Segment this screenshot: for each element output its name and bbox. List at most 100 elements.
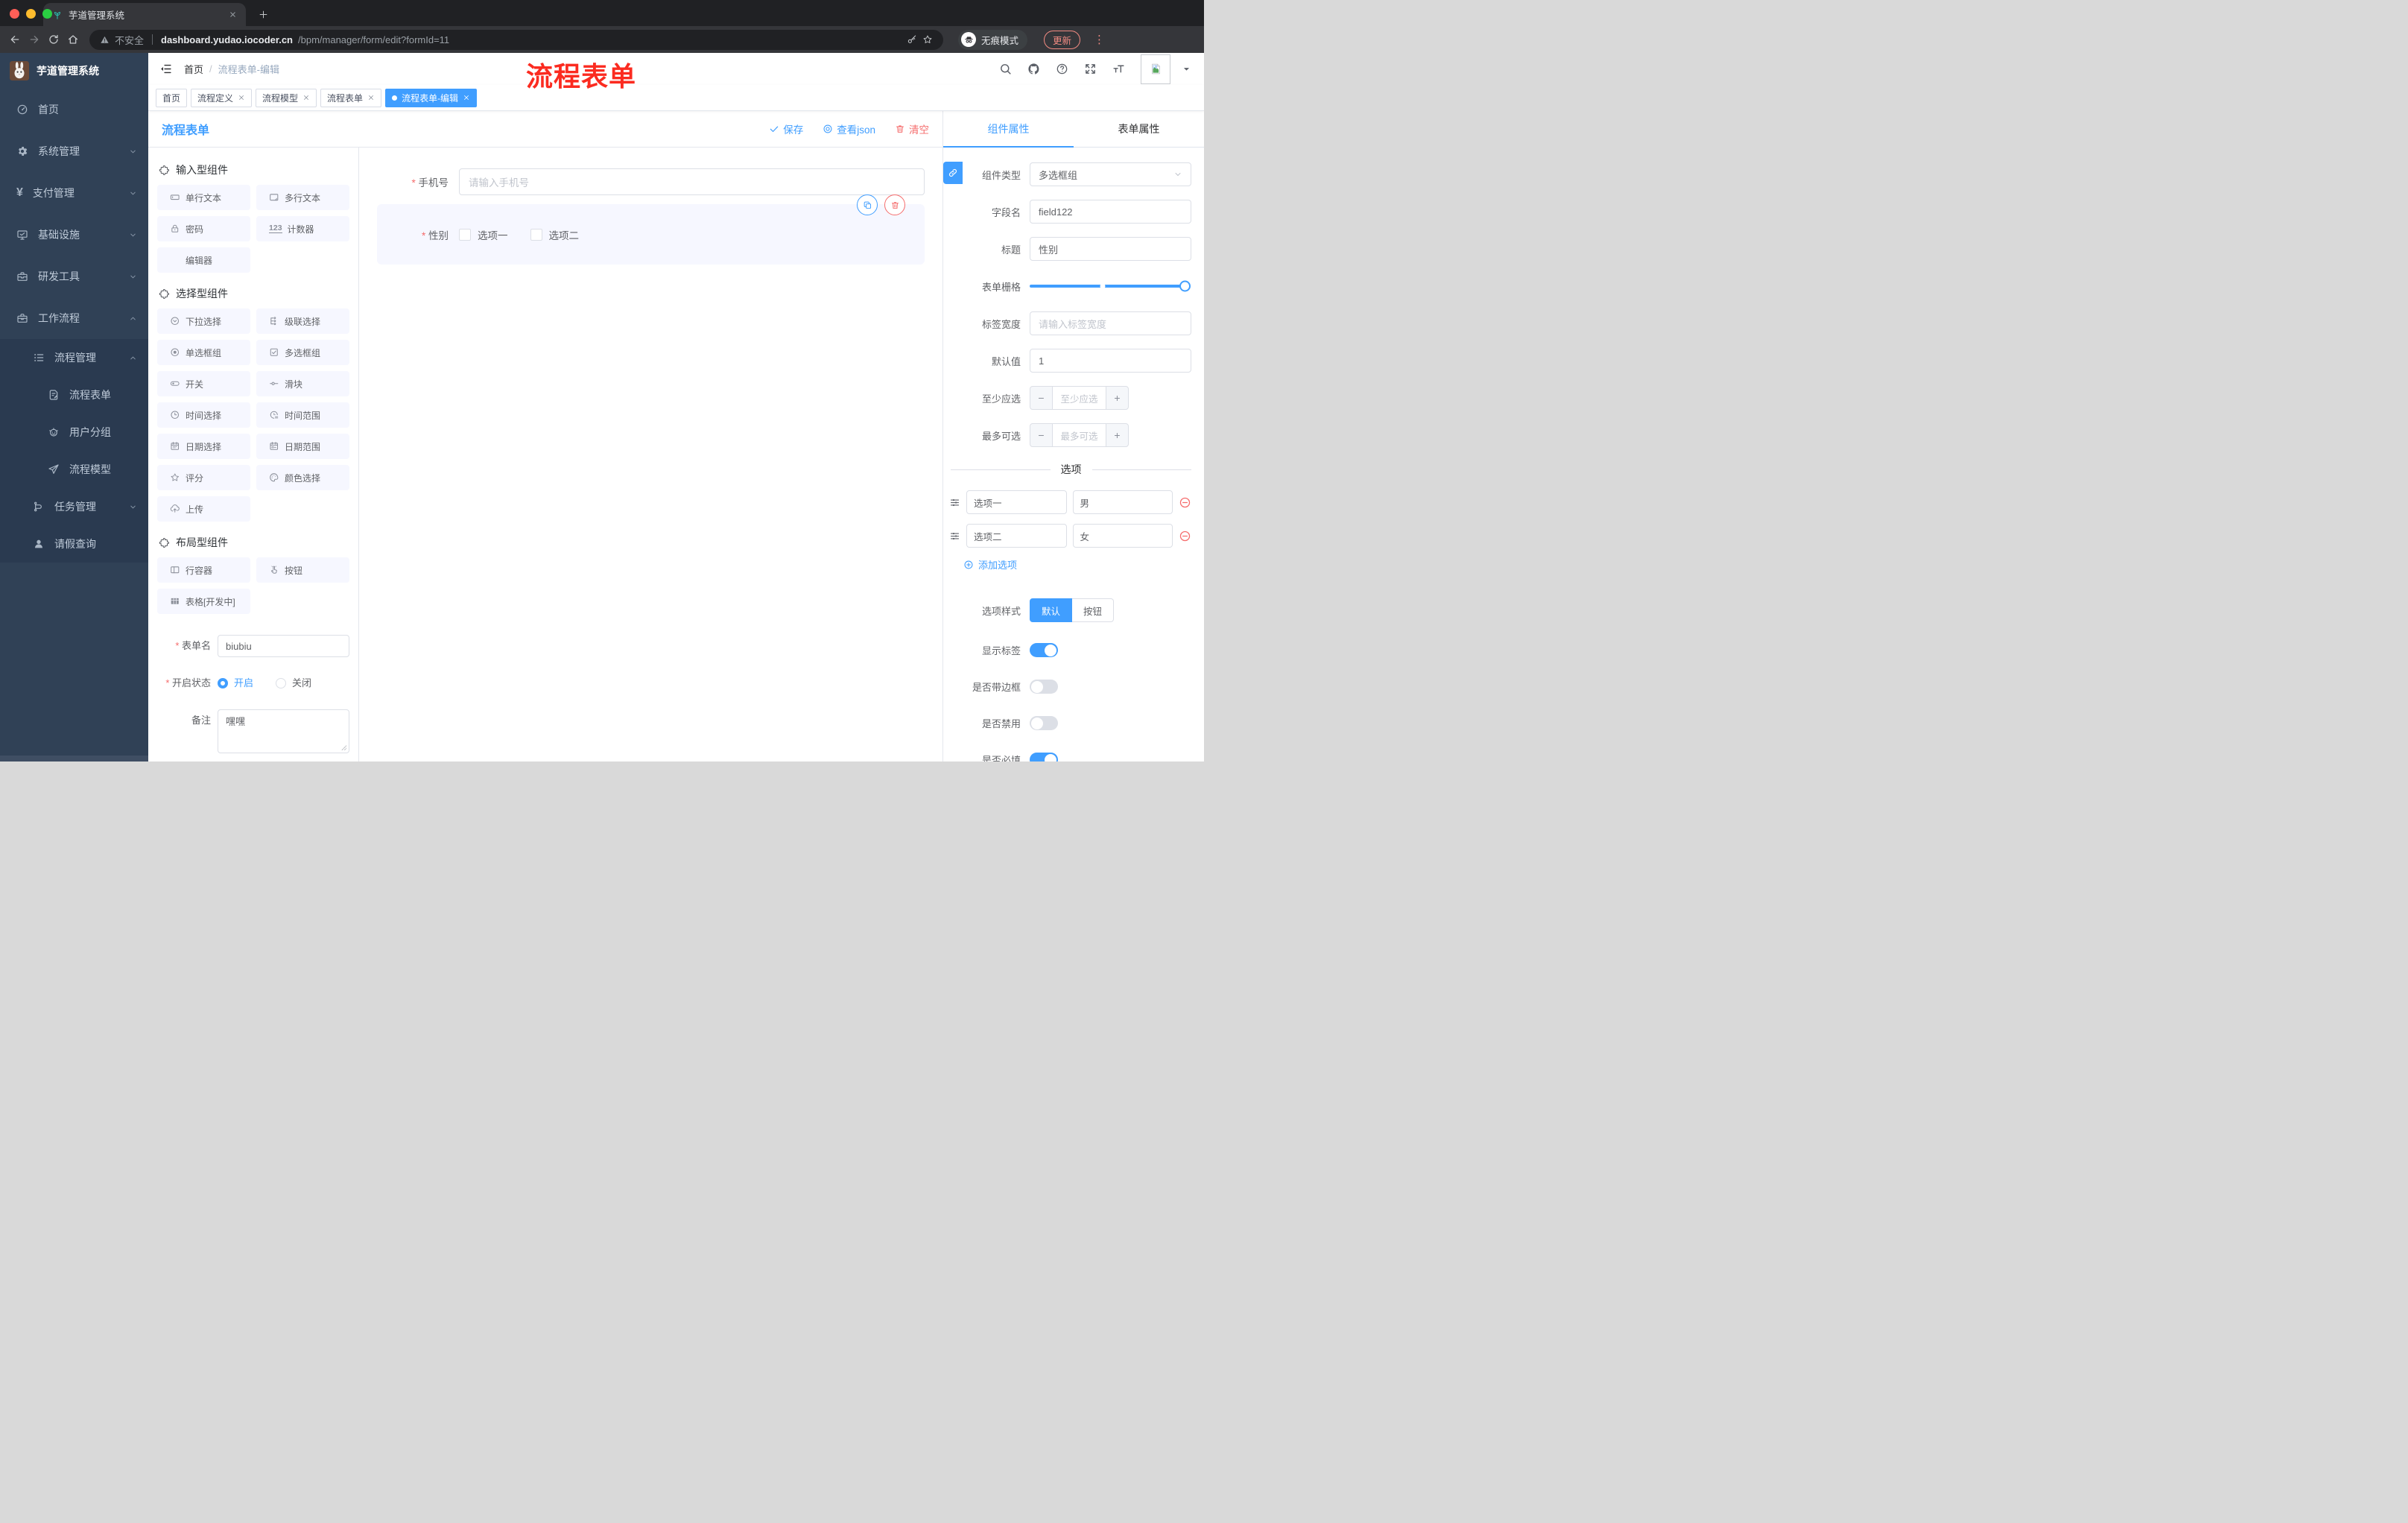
palette-item-time-range[interactable]: 时间范围	[256, 402, 349, 428]
phone-field-input[interactable]: 请输入手机号	[459, 168, 925, 195]
close-tag-icon[interactable]	[463, 94, 470, 101]
palette-item-select[interactable]: 下拉选择	[157, 308, 250, 334]
min-select-input[interactable]: 至少应选	[1052, 387, 1106, 409]
fullscreen-icon[interactable]	[1084, 63, 1097, 75]
close-tag-icon[interactable]	[302, 94, 310, 101]
option-label-input[interactable]: 选项二	[966, 524, 1067, 548]
password-key-icon[interactable]	[907, 34, 917, 45]
palette-item-switch[interactable]: 开关	[157, 371, 250, 396]
update-button[interactable]: 更新	[1044, 30, 1081, 49]
palette-item-editor[interactable]: 编辑器	[157, 247, 250, 273]
copy-component-button[interactable]	[857, 194, 878, 215]
status-on-label[interactable]: 开启	[234, 672, 253, 694]
browser-tab[interactable]: 芋道管理系统	[43, 3, 246, 26]
slider-handle[interactable]	[1179, 280, 1191, 292]
field-name-input[interactable]: field122	[1030, 200, 1191, 224]
gender-option1-label[interactable]: 选项一	[478, 227, 508, 242]
palette-item-color-picker[interactable]: 颜色选择	[256, 465, 349, 490]
style-button-button[interactable]: 按钮	[1072, 598, 1115, 622]
avatar[interactable]	[1141, 54, 1170, 84]
tag-home[interactable]: 首页	[156, 88, 188, 107]
browser-menu-icon[interactable]: ⋮	[1094, 33, 1105, 46]
palette-item-password[interactable]: 密码	[157, 216, 250, 241]
palette-item-single-line-text[interactable]: 单行文本	[157, 185, 250, 210]
palette-item-checkbox-group[interactable]: 多选框组	[256, 340, 349, 365]
required-switch[interactable]	[1030, 753, 1058, 762]
maximize-window-button[interactable]	[42, 9, 52, 19]
palette-item-cascader[interactable]: 级联选择	[256, 308, 349, 334]
delete-component-button[interactable]	[884, 194, 905, 215]
minus-button[interactable]: −	[1030, 424, 1052, 446]
sidebar-item-home[interactable]: 首页	[0, 89, 148, 130]
close-tag-icon[interactable]	[367, 94, 375, 101]
close-tab-icon[interactable]	[229, 10, 237, 19]
tag-process-model[interactable]: 流程模型	[256, 88, 317, 107]
default-value-input[interactable]: 1	[1030, 349, 1191, 373]
tag-process-form[interactable]: 流程表单	[320, 88, 382, 107]
forward-icon[interactable]	[28, 34, 40, 45]
max-select-stepper[interactable]: − 最多可选 +	[1030, 423, 1129, 447]
palette-item-slider[interactable]: 滑块	[256, 371, 349, 396]
option-value-input[interactable]: 男	[1072, 490, 1173, 514]
palette-item-upload[interactable]: 上传	[157, 496, 250, 522]
avatar-caret-icon[interactable]	[1180, 63, 1193, 75]
status-off-label[interactable]: 关闭	[292, 672, 311, 694]
label-width-input[interactable]: 请输入标签宽度	[1030, 311, 1191, 335]
field-link-handle[interactable]	[943, 162, 963, 184]
clear-button[interactable]: 清空	[895, 121, 929, 136]
remove-option-icon[interactable]	[1179, 496, 1191, 509]
min-select-stepper[interactable]: − 至少应选 +	[1030, 386, 1129, 410]
form-grid-slider[interactable]	[1030, 280, 1191, 292]
title-input[interactable]: 性别	[1030, 237, 1191, 261]
github-icon[interactable]	[1027, 63, 1040, 75]
component-type-select[interactable]: 多选框组	[1030, 162, 1191, 186]
sidebar-item-dev-tools[interactable]: 研发工具	[0, 256, 148, 297]
plus-button[interactable]: +	[1106, 387, 1128, 409]
palette-item-radio-group[interactable]: 单选框组	[157, 340, 250, 365]
new-tab-button[interactable]	[258, 9, 269, 20]
palette-item-button[interactable]: 按钮	[256, 557, 349, 583]
back-icon[interactable]	[9, 34, 21, 45]
form-name-input[interactable]: biubiu	[218, 635, 349, 657]
sidebar-item-workflow[interactable]: 工作流程	[0, 297, 148, 339]
sidebar-scrollbar[interactable]	[0, 756, 148, 762]
form-remark-textarea[interactable]: 嘿嘿	[218, 709, 349, 753]
with-border-switch[interactable]	[1030, 680, 1058, 694]
add-option-button[interactable]: 添加选项	[963, 557, 1204, 571]
style-default-button[interactable]: 默认	[1030, 598, 1073, 622]
remove-option-icon[interactable]	[1179, 530, 1191, 542]
palette-item-date-range[interactable]: 日期范围	[256, 434, 349, 459]
tag-process-form-edit[interactable]: 流程表单-编辑	[385, 88, 478, 107]
sidebar-item-task-management[interactable]: 任务管理	[0, 488, 148, 525]
reload-icon[interactable]	[48, 34, 60, 45]
disabled-switch[interactable]	[1030, 716, 1058, 730]
view-json-button[interactable]: 查看json	[823, 121, 875, 136]
sidebar-item-process-form[interactable]: 流程表单	[0, 376, 148, 414]
sidebar-item-system-management[interactable]: 系统管理	[0, 130, 148, 172]
close-tag-icon[interactable]	[238, 94, 245, 101]
font-size-icon[interactable]	[1112, 63, 1125, 75]
phone-field-row[interactable]: 手机号 请输入手机号	[377, 168, 925, 195]
gender-option2-checkbox[interactable]	[530, 228, 542, 241]
sidebar-item-user-group[interactable]: 用户分组	[0, 414, 148, 451]
tag-process-definition[interactable]: 流程定义	[191, 88, 253, 107]
plus-button[interactable]: +	[1106, 424, 1128, 446]
palette-item-row-container[interactable]: 行容器	[157, 557, 250, 583]
sidebar-item-payment-management[interactable]: ¥ 支付管理	[0, 172, 148, 214]
close-window-button[interactable]	[10, 9, 19, 19]
minus-button[interactable]: −	[1030, 387, 1052, 409]
gender-option2-label[interactable]: 选项二	[549, 227, 580, 242]
sidebar-item-process-management[interactable]: 流程管理	[0, 339, 148, 376]
help-icon[interactable]	[1056, 63, 1068, 75]
option-label-input[interactable]: 选项一	[966, 490, 1067, 514]
form-canvas[interactable]: 手机号 请输入手机号 性别 选项一 选项二	[359, 148, 942, 762]
address-bar[interactable]: 不安全 dashboard.yudao.iocoder.cn/bpm/manag…	[89, 29, 943, 50]
palette-item-time-picker[interactable]: 时间选择	[157, 402, 250, 428]
sidebar-item-infrastructure[interactable]: 基础设施	[0, 214, 148, 256]
bookmark-star-icon[interactable]	[922, 34, 933, 45]
tab-component-props[interactable]: 组件属性	[943, 111, 1074, 148]
show-label-switch[interactable]	[1030, 643, 1058, 657]
palette-item-counter[interactable]: 123 计数器	[256, 216, 349, 241]
minimize-window-button[interactable]	[26, 9, 36, 19]
max-select-input[interactable]: 最多可选	[1052, 424, 1106, 446]
